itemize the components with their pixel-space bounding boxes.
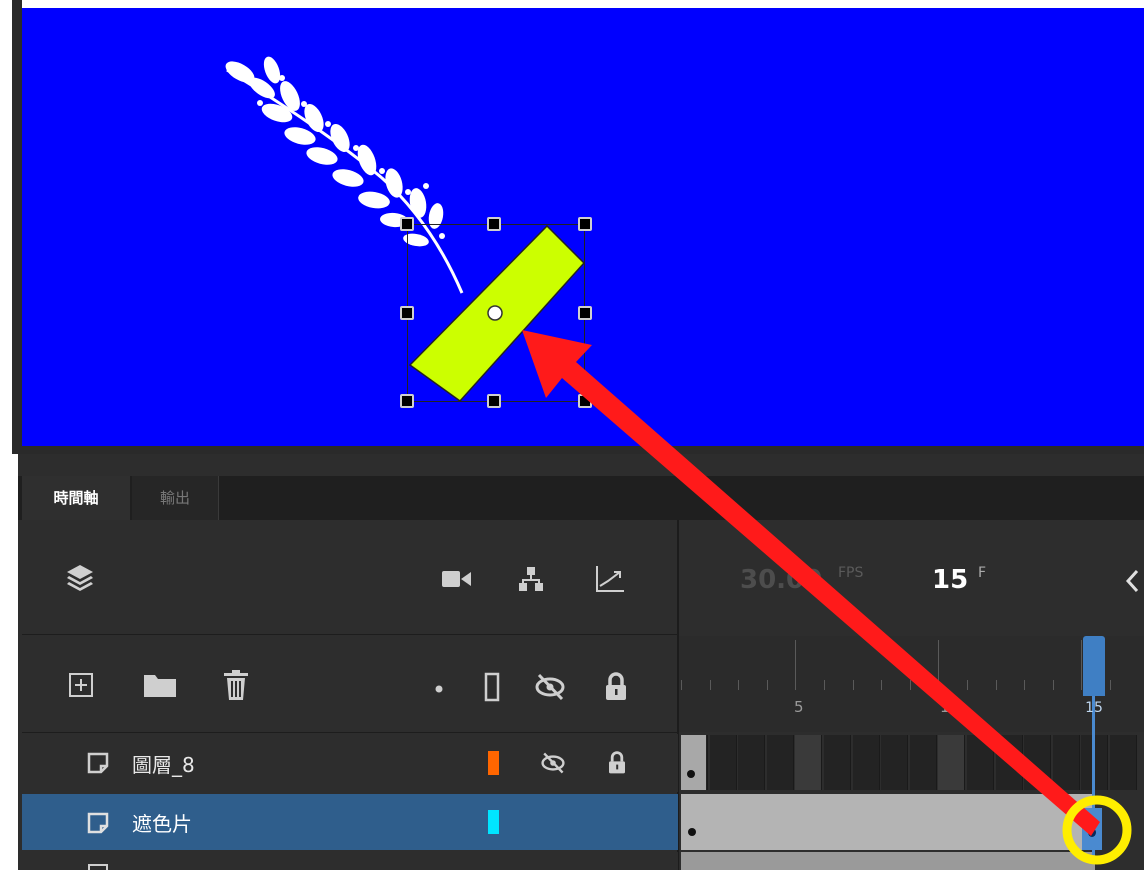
- layer-type-icon: [84, 748, 112, 778]
- visibility-column-icon[interactable]: [530, 668, 570, 706]
- transform-handle-bottom-right[interactable]: [578, 394, 592, 408]
- layer-name[interactable]: 圖層_8: [132, 749, 195, 778]
- ruler-tick: [709, 680, 711, 690]
- keyframe-dot: [687, 770, 695, 778]
- frame-cell[interactable]: [709, 735, 737, 790]
- ruler-tick: [766, 680, 768, 690]
- frame-cell[interactable]: [1024, 735, 1052, 790]
- playhead-frame-label: 15: [1085, 700, 1103, 716]
- ruler-tick: [1024, 680, 1026, 690]
- frame-cell[interactable]: [738, 735, 766, 790]
- frame-cell[interactable]: [938, 735, 966, 790]
- tween-span[interactable]: [681, 794, 1095, 850]
- layer-row[interactable]: [22, 852, 678, 870]
- ruler-tick: [967, 680, 968, 690]
- transform-handle-bottom-left[interactable]: [400, 394, 414, 408]
- frame-cell[interactable]: [1110, 735, 1137, 790]
- layer-name[interactable]: 遮色片: [132, 808, 192, 837]
- camera-icon[interactable]: [438, 562, 476, 596]
- keyframe-dot: [1088, 828, 1096, 837]
- layer-type-icon: [84, 808, 112, 838]
- layer-row-selected[interactable]: [22, 794, 678, 850]
- playhead-handle[interactable]: [1083, 636, 1105, 696]
- ruler-tick: [995, 680, 997, 690]
- ruler-tick: [938, 640, 940, 690]
- layer-type-icon: [88, 864, 108, 870]
- frame-cell[interactable]: [1052, 735, 1080, 790]
- frame-unit: F: [978, 565, 987, 581]
- ruler-label-5: 5: [794, 698, 804, 716]
- tab-output[interactable]: 輸出: [132, 476, 219, 520]
- layer-parenting-icon[interactable]: [512, 562, 550, 596]
- ruler-tick: [852, 680, 854, 690]
- ruler-label-10: 10: [940, 698, 960, 716]
- dot-column-icon: [432, 682, 446, 696]
- transform-handle-middle-right[interactable]: [578, 306, 592, 320]
- fps-value[interactable]: 30.00: [740, 565, 822, 595]
- keyframe-dot: [688, 828, 696, 836]
- stage-canvas[interactable]: [22, 8, 1144, 446]
- transform-handle-top-right[interactable]: [578, 217, 592, 231]
- layer-color-chip[interactable]: [488, 810, 499, 834]
- transform-handle-middle-left[interactable]: [400, 306, 414, 320]
- outline-column-icon[interactable]: [480, 668, 504, 706]
- frame-cell[interactable]: [795, 735, 823, 790]
- add-layer-icon[interactable]: [64, 668, 98, 702]
- ruler-tick: [738, 680, 740, 690]
- layers-icon[interactable]: [62, 558, 98, 598]
- ruler-tick: [909, 680, 911, 690]
- transform-handle-top-center[interactable]: [487, 217, 501, 231]
- stage-divider: [12, 446, 1144, 454]
- ruler-tick: [795, 640, 797, 690]
- transform-handle-bottom-center[interactable]: [487, 394, 501, 408]
- ruler-tick: [1110, 680, 1111, 690]
- ruler-tick: [881, 680, 883, 690]
- frame-cell[interactable]: [766, 735, 794, 790]
- mask-bar-shape[interactable]: [402, 218, 592, 408]
- frame-cell[interactable]: [881, 735, 909, 790]
- frame-cell[interactable]: [967, 735, 994, 790]
- graph-editor-icon[interactable]: [590, 560, 630, 598]
- ruler-tick: [824, 680, 825, 690]
- layer-row[interactable]: [22, 734, 678, 792]
- ruler-tick: [681, 680, 682, 690]
- frame-cell[interactable]: [909, 735, 937, 790]
- fps-unit: FPS: [838, 565, 864, 581]
- folder-icon[interactable]: [140, 668, 180, 702]
- hidden-eye-icon[interactable]: [536, 748, 570, 778]
- frame-cell[interactable]: [995, 735, 1023, 790]
- frame-ruler[interactable]: [679, 636, 1144, 732]
- current-frame-value[interactable]: 15: [932, 565, 968, 595]
- ruler-tick: [1052, 680, 1054, 690]
- stage-left-edge: [12, 0, 22, 452]
- lock-icon[interactable]: [604, 748, 630, 778]
- transform-handle-top-left[interactable]: [400, 217, 414, 231]
- tab-timeline[interactable]: 時間軸: [22, 476, 130, 520]
- delete-layer-icon[interactable]: [218, 666, 254, 704]
- frame-cell[interactable]: [852, 735, 880, 790]
- lock-column-icon[interactable]: [600, 668, 632, 706]
- layer-color-chip[interactable]: [488, 751, 499, 775]
- toolbar-separator: [22, 634, 678, 635]
- chevron-left-icon[interactable]: [1120, 563, 1144, 599]
- header-separator: [22, 732, 678, 733]
- keyframe-cell[interactable]: [681, 735, 706, 790]
- tween-span: [681, 852, 1095, 870]
- frame-cell[interactable]: [824, 735, 851, 790]
